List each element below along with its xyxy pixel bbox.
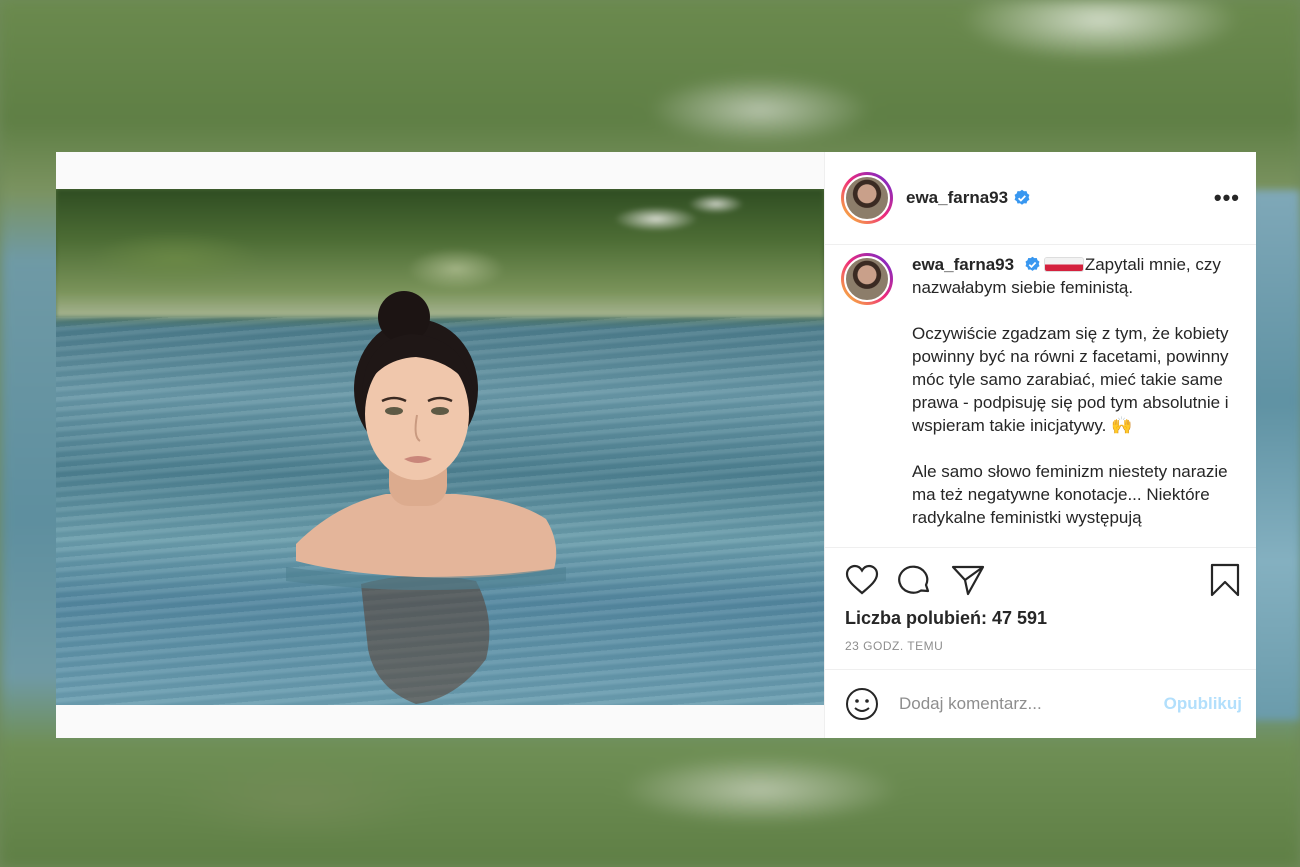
caption-avatar[interactable] [841, 253, 893, 305]
caption-verified-badge-icon [1024, 256, 1041, 273]
caption-paragraph-3: Ale samo słowo feminizm niestety narazie… [912, 462, 1228, 527]
post-sidebar: ewa_farna93 ••• ewa_farna93 Zapytali mni… [824, 152, 1256, 738]
comment-icon[interactable] [898, 564, 932, 596]
caption-section: ewa_farna93 Zapytali mnie, czy nazwałaby… [825, 245, 1256, 547]
instagram-post: ewa_farna93 ••• ewa_farna93 Zapytali mni… [56, 152, 1256, 738]
caption-username[interactable]: ewa_farna93 [912, 255, 1014, 274]
post-photo[interactable] [56, 189, 824, 705]
background-water-edge [1250, 190, 1300, 720]
comment-input[interactable] [899, 694, 1164, 714]
share-icon[interactable] [951, 564, 985, 596]
emoji-icon[interactable] [845, 687, 879, 721]
photo-person [286, 291, 566, 704]
bookmark-icon[interactable] [1210, 563, 1240, 597]
action-icons-row [845, 562, 1240, 598]
caption-text: ewa_farna93 Zapytali mnie, czy nazwałaby… [912, 253, 1240, 547]
comment-bar: Opublikuj [825, 669, 1256, 738]
post-media [56, 152, 824, 738]
caption-avatar-image [844, 256, 890, 302]
post-header: ewa_farna93 ••• [825, 152, 1256, 245]
post-timestamp[interactable]: 23 GODZ. TEMU [845, 639, 1240, 653]
poland-flag-icon [1044, 258, 1083, 271]
likes-count[interactable]: Liczba polubień: 47 591 [845, 608, 1240, 629]
caption-paragraph-2: Oczywiście zgadzam się z tym, że kobiety… [912, 324, 1229, 435]
verified-badge-icon [1013, 189, 1031, 207]
more-options-icon[interactable]: ••• [1214, 187, 1240, 209]
avatar[interactable] [841, 172, 893, 224]
publish-button[interactable]: Opublikuj [1164, 694, 1242, 714]
post-actions: Liczba polubień: 47 591 23 GODZ. TEMU [825, 547, 1256, 669]
heart-icon[interactable] [845, 564, 879, 596]
avatar-image [844, 175, 890, 221]
header-username[interactable]: ewa_farna93 [906, 188, 1008, 208]
